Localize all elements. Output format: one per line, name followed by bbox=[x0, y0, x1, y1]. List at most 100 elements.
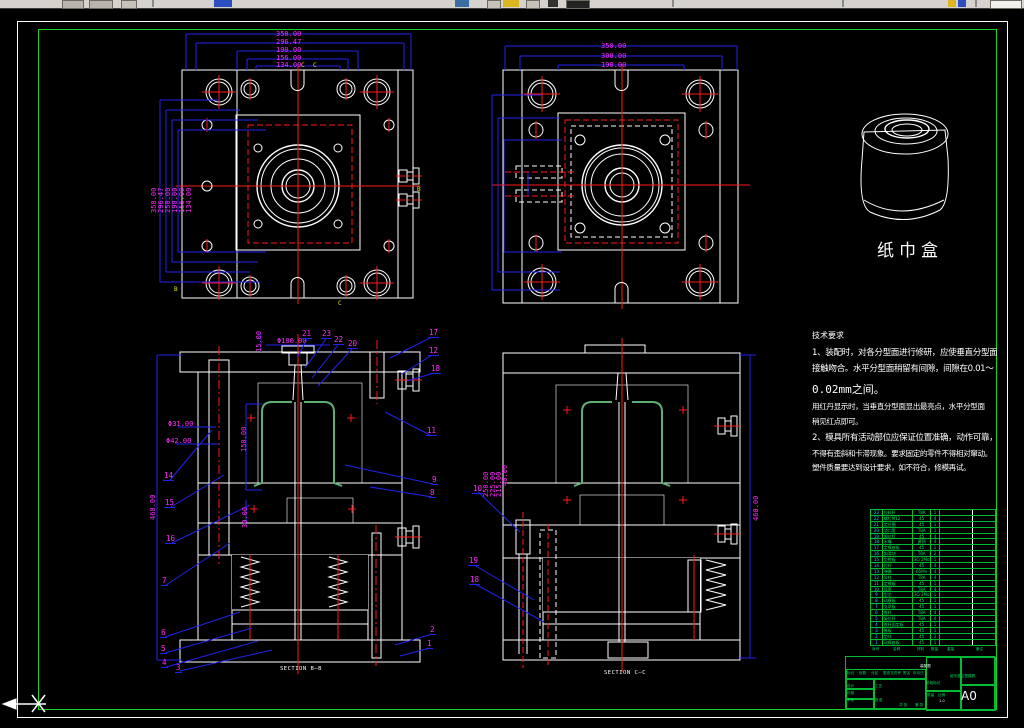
plan-view-b bbox=[491, 45, 750, 309]
parts-table-cell: 定位圈 bbox=[883, 521, 914, 527]
tech-requirements-item: 用红丹显示时，当垂直分型面显出最亮点，水平分型面 bbox=[812, 402, 985, 411]
parts-table-cell: 1 bbox=[931, 627, 940, 633]
plan-view-a bbox=[159, 33, 423, 304]
ucs-icon bbox=[1, 694, 46, 713]
title-block-labels-item: 比例 bbox=[938, 693, 946, 697]
title-block-labels-item: 材料 bbox=[917, 647, 925, 651]
parts-table-cell: 黄铜 bbox=[913, 539, 932, 545]
product-label: 纸巾盒 bbox=[877, 241, 943, 261]
title-block-labels-item: 序号 bbox=[872, 647, 880, 651]
parts-table-cell bbox=[973, 628, 995, 633]
section-b-balloons-item: 4 bbox=[161, 658, 168, 668]
parts-table: 23 拉料杆 T8A 1 22 螺钉M12 45 4 21 定位圈 45 1 20 浇口套 T8A 1 19 限位… bbox=[870, 509, 996, 647]
parts-table-cell: 1 bbox=[931, 598, 940, 604]
section-b-dim-labels-item: 460.00 bbox=[149, 494, 157, 520]
parts-table-cell bbox=[973, 622, 995, 627]
parts-table-cell: T8A bbox=[913, 551, 932, 557]
parts-table-cell: 螺钉M12 bbox=[883, 515, 914, 521]
parts-table-cell: 4 bbox=[931, 539, 940, 545]
parts-table-cell: 4 bbox=[931, 616, 940, 621]
section-b-dim-labels-item: 15.00 bbox=[255, 330, 263, 352]
parts-table-cell: 3Cr2Mo bbox=[913, 557, 932, 563]
parts-table-cell: 45 bbox=[913, 515, 932, 521]
parts-table-cell bbox=[973, 534, 995, 539]
parts-table-cell bbox=[940, 527, 974, 533]
parts-table-cell bbox=[973, 545, 995, 550]
parts-table-cell: 导套 bbox=[883, 586, 914, 592]
parts-table-cell bbox=[973, 551, 995, 556]
parts-table-cell: 8 bbox=[871, 598, 883, 604]
parts-table-cell bbox=[973, 634, 995, 639]
parts-table-cell: 3Cr2Mo bbox=[913, 592, 932, 598]
parts-table-cell: 45 bbox=[913, 580, 932, 586]
parts-table-cell: 45 bbox=[913, 604, 932, 610]
title-block-labels-item: 第 张 bbox=[915, 703, 924, 707]
parts-table-cell: T8A bbox=[913, 510, 932, 515]
parts-table-cell bbox=[940, 521, 974, 527]
section-b-balloons-item: 2 bbox=[429, 625, 436, 635]
title-block-labels-item: 年月日 bbox=[913, 671, 924, 675]
parts-table-cell: 推杆 bbox=[883, 610, 914, 616]
plan-b-dim-labels-item: 300.00 bbox=[601, 52, 627, 60]
tech-requirements-item: 2、模具所有活动部位应保证位置准确，动作可靠， bbox=[812, 433, 998, 443]
parts-table-cell: 1 bbox=[931, 557, 940, 563]
parts-table-cell: 弹簧 bbox=[883, 568, 914, 574]
parts-table-cell bbox=[973, 575, 995, 580]
parts-table-cell: 1 bbox=[931, 604, 940, 610]
section-b-dim-labels-item: Φ31.00 bbox=[168, 420, 194, 428]
tech-requirements-item: 稍见红点即可。 bbox=[812, 417, 863, 426]
parts-table-cell bbox=[940, 580, 974, 586]
parts-table-cell bbox=[940, 627, 974, 633]
parts-table-cell bbox=[940, 533, 974, 539]
section-b-balloons-item: 11 bbox=[426, 426, 438, 436]
plan-a-section-marks-item: B bbox=[417, 186, 421, 193]
parts-table-cell bbox=[940, 510, 974, 515]
parts-table-cell: 45 bbox=[913, 545, 932, 551]
parts-table-cell bbox=[973, 581, 995, 586]
tech-requirements-item: 塑件质量要达到设计要求，如不符合，修模再试。 bbox=[812, 463, 971, 472]
parts-table-cell: 动模板 bbox=[883, 598, 914, 604]
parts-table-cell: 1 bbox=[871, 639, 883, 646]
parts-table-cell: 1 bbox=[931, 527, 940, 533]
section-b-balloons-item: 5 bbox=[160, 644, 167, 654]
parts-table-cell bbox=[940, 563, 974, 568]
parts-table-row: 1 动模座板 45 1 bbox=[871, 639, 995, 646]
parts-table-cell: 推杆固定板 bbox=[883, 621, 914, 627]
parts-table-cell: 2 bbox=[871, 633, 883, 639]
parts-table-cell bbox=[940, 639, 974, 646]
parts-table-cell: 1 bbox=[931, 639, 940, 646]
parts-table-cell bbox=[940, 616, 974, 621]
parts-table-cell bbox=[940, 633, 974, 639]
parts-table-cell: 4 bbox=[931, 515, 940, 521]
title-block-labels-item: 校核 bbox=[847, 691, 855, 695]
section-b-balloons-item: 21 bbox=[301, 329, 313, 339]
parts-table-cell bbox=[973, 539, 995, 544]
section-b-balloons-item: 18 bbox=[430, 364, 442, 374]
parts-table-cell: 定模板 bbox=[883, 580, 914, 586]
parts-table-cell bbox=[973, 510, 995, 515]
plan-a-dim-labels-item: 190.00 bbox=[276, 46, 302, 54]
parts-table-cell: 45 bbox=[913, 639, 932, 646]
plan-a-section-marks-item: C bbox=[301, 62, 305, 69]
title-block-labels-item: 纸巾盒注塑模具 bbox=[950, 674, 976, 678]
parts-table-cell bbox=[973, 587, 995, 592]
parts-table-cell: 动模座板 bbox=[883, 639, 914, 646]
parts-table-cell bbox=[973, 640, 995, 646]
parts-table-cell bbox=[973, 598, 995, 603]
title-block-labels-item: 批准 bbox=[875, 698, 883, 702]
parts-table-cell: T8A bbox=[913, 610, 932, 616]
parts-table-cell: 4 bbox=[931, 610, 940, 616]
plan-a-dim-labels-item: 296.47 bbox=[276, 38, 302, 46]
parts-table-cell: 2 bbox=[931, 633, 940, 639]
parts-table-cell: 1 bbox=[931, 580, 940, 586]
tech-requirements-item: 接触吻合。水平分型面稍留有间隙，间隙在0.01～ bbox=[812, 364, 994, 374]
parts-table-cell: 限位钉 bbox=[883, 533, 914, 539]
plan-a-section-marks-item: C bbox=[338, 300, 342, 307]
plan-b-left-dim-labels-item: 40.00 bbox=[501, 464, 509, 486]
parts-table-cell bbox=[973, 604, 995, 609]
section-view-b bbox=[156, 334, 435, 674]
cad-canvas[interactable]: 技术要求 纸巾盒 SECTION B—B SECTION C—C 23 拉料杆 T8… bbox=[0, 0, 1024, 728]
section-c-balloons-item: 18 bbox=[469, 575, 481, 585]
section-b-balloons-item: 14 bbox=[163, 471, 175, 481]
parts-table-cell bbox=[973, 528, 995, 533]
